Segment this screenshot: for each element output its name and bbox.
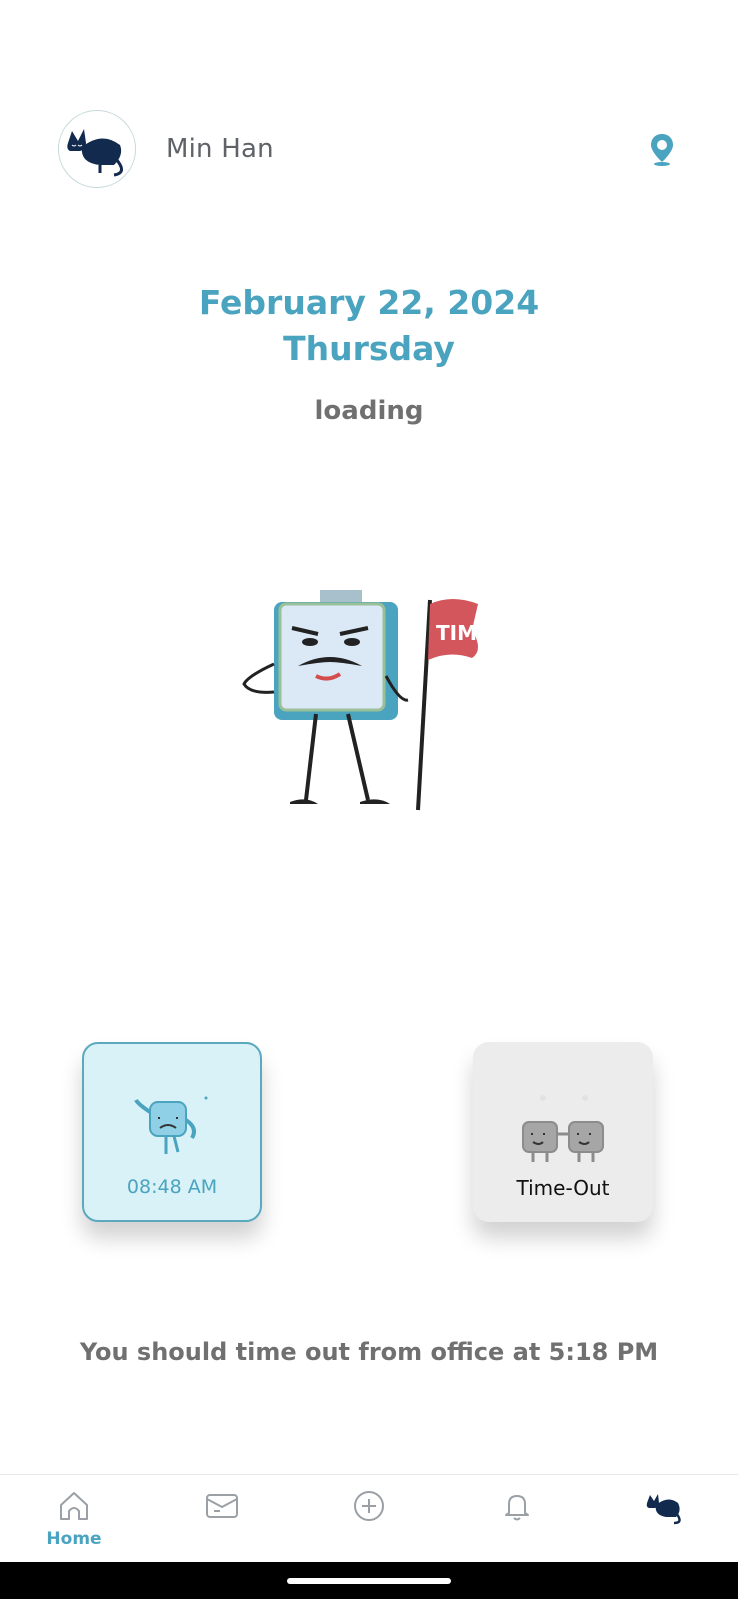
profile-cat-icon [646,1494,681,1525]
nav-home-label: Home [46,1529,102,1549]
waving-block-icon [122,1092,222,1162]
time-out-label: Time-Out [516,1176,610,1200]
time-in-label: 08:48 AM [126,1176,218,1198]
user-name: Min Han [166,134,274,164]
location-pin-icon [651,134,673,166]
sleeping-cat-icon [67,129,123,177]
add-circle-icon [354,1491,384,1521]
weekday-text: Thursday [283,329,455,368]
home-icon [60,1492,88,1520]
nav-profile[interactable] [624,1489,704,1563]
date-text: February 22, 2024 [198,283,540,322]
nav-home[interactable]: Home [34,1489,114,1563]
home-indicator[interactable] [287,1578,451,1584]
date-block: February 22, 2024 Thursday [0,280,738,372]
nav-notifications[interactable] [477,1489,557,1563]
user-info: Min Han [58,110,274,188]
header: Min Han [58,110,680,188]
bell-icon [504,1495,529,1521]
timeout-notice: You should time out from office at 5:18 … [79,1338,659,1366]
avatar[interactable] [58,110,136,188]
flag-text: TIME [436,621,491,645]
clock-mascot-illustration: TIME [240,585,500,830]
location-button[interactable] [644,130,680,168]
time-in-card[interactable]: 08:48 AM [82,1042,262,1222]
mail-icon [205,1494,238,1518]
two-blocks-holding-hands-icon [513,1092,613,1162]
nav-add[interactable] [329,1489,409,1563]
status-text: loading [314,396,424,426]
time-out-card[interactable]: Time-Out [473,1042,653,1222]
nav-messages[interactable] [182,1489,262,1563]
bottom-nav: Home [0,1474,738,1562]
